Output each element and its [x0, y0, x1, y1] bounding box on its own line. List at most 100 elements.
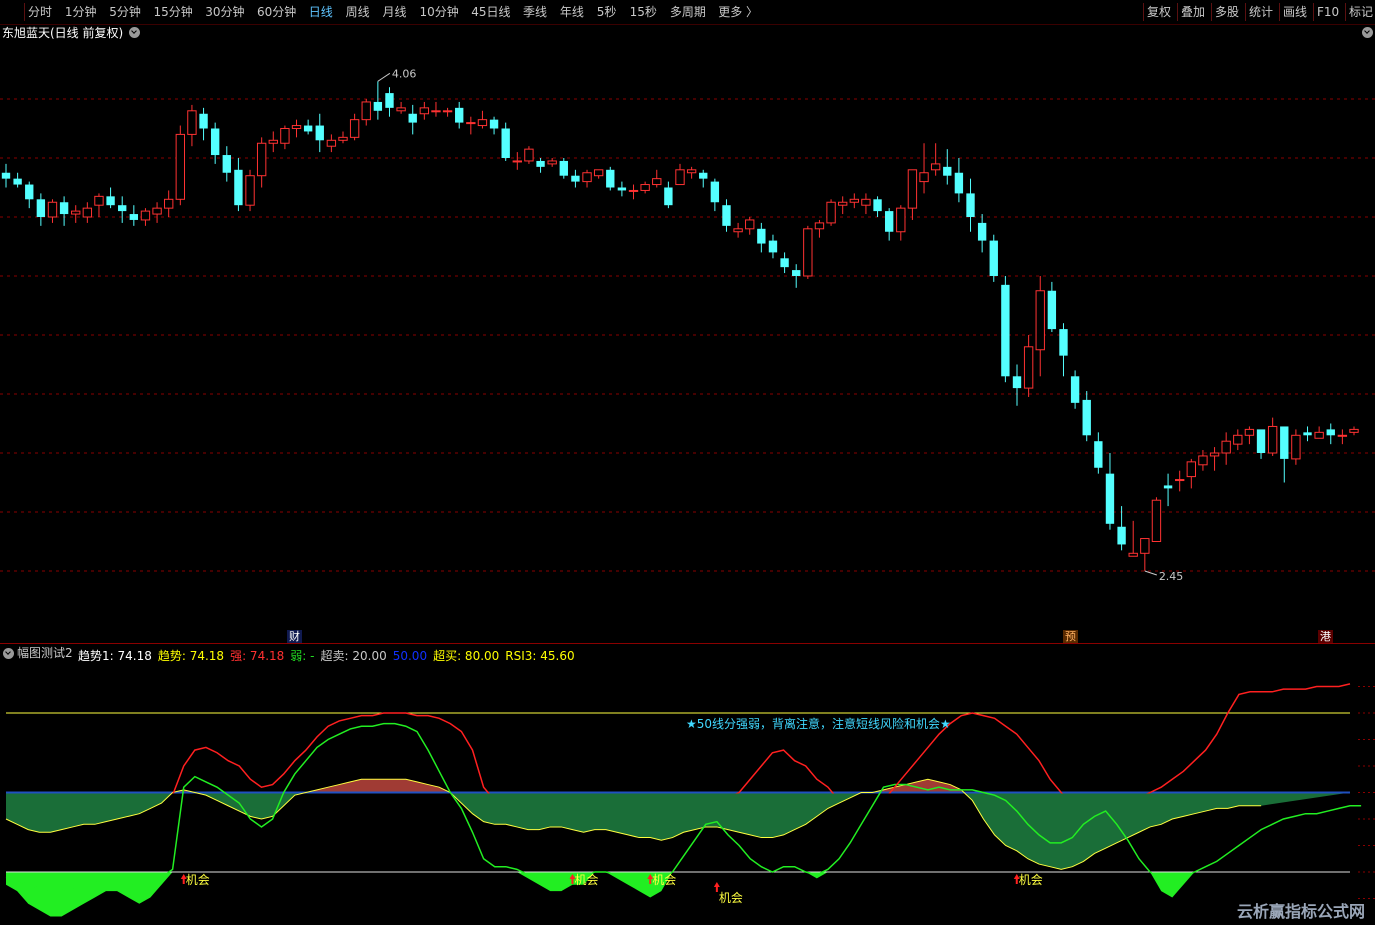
candle-body	[966, 193, 975, 217]
candle-body	[989, 240, 998, 276]
signal-label: 机会	[1019, 873, 1043, 887]
toolbar-button[interactable]: 多股	[1215, 4, 1239, 20]
candle-body	[1140, 538, 1150, 554]
candle-body	[792, 270, 801, 276]
candle-body	[559, 160, 568, 176]
candle-body	[1, 172, 11, 179]
candle-body	[814, 222, 825, 230]
candle-body	[315, 125, 324, 141]
candle-body	[140, 210, 151, 221]
candle-body	[1128, 552, 1138, 557]
period-tab[interactable]: 年线	[560, 4, 584, 20]
period-tab[interactable]: 15分钟	[154, 4, 193, 20]
candlestick-chart[interactable]: 4.06 2.45	[0, 40, 1375, 640]
candle-body	[1117, 526, 1126, 545]
event-marker-hk[interactable]: 港	[1318, 630, 1333, 643]
candle-body	[524, 148, 534, 162]
candle-body	[268, 139, 278, 144]
candle-body	[571, 175, 580, 182]
candle-body	[431, 110, 441, 113]
indicator-chart[interactable]: ★50线分强弱，背离注意，注意短线风险和机会★机会 机会 机会机会机会	[0, 660, 1375, 925]
period-toolbar: 分时 1分钟 5分钟 15分钟 30分钟 60分钟 日线 周线 月线 10分钟 45日线 季线 年线 5秒…	[0, 0, 1375, 25]
period-tab[interactable]: 1分钟	[65, 4, 97, 20]
candle-body	[757, 228, 766, 244]
candle-body	[1280, 426, 1289, 459]
watermark: 云析赢指标公式网	[1236, 902, 1365, 921]
candle-body	[803, 228, 813, 277]
period-tab[interactable]: 15秒	[630, 4, 657, 20]
toolbar-button[interactable]: 画线	[1283, 4, 1307, 20]
signal-label: 机会	[719, 891, 743, 905]
period-tab[interactable]: 5秒	[597, 4, 617, 20]
candle-body	[385, 93, 394, 108]
period-tab[interactable]: 10分钟	[419, 4, 458, 20]
candle-body	[47, 201, 58, 218]
candle-body	[512, 160, 522, 163]
event-marker-finance[interactable]: 财	[287, 630, 302, 643]
candle-body	[94, 195, 104, 206]
candle-body	[36, 199, 46, 217]
toolbar-separator	[1313, 3, 1314, 21]
signal-label: 机会	[574, 873, 598, 887]
candle-body	[1151, 499, 1162, 543]
period-tab[interactable]: 月线	[383, 4, 407, 20]
toolbar-separator	[1279, 3, 1280, 21]
toolbar-button[interactable]: F10	[1317, 4, 1339, 20]
candle-body	[919, 172, 929, 183]
toolbar-button[interactable]: 标记	[1349, 4, 1373, 20]
candle-body	[686, 169, 697, 174]
candle-body	[884, 211, 894, 232]
toolbar-button[interactable]: 复权	[1147, 4, 1171, 20]
chart-options-icon[interactable]	[1362, 27, 1373, 38]
period-tab[interactable]: 5分钟	[109, 4, 141, 20]
period-tab[interactable]: 分时	[28, 4, 52, 20]
candle-body	[303, 125, 313, 132]
candle-body	[675, 169, 685, 186]
period-tab[interactable]: 周线	[346, 4, 370, 20]
candle-body	[1047, 290, 1057, 330]
candle-body	[1059, 329, 1068, 356]
candle-body	[768, 240, 778, 253]
candle-body	[733, 228, 743, 233]
toolbar-separator	[1143, 3, 1144, 21]
candle-body	[977, 222, 987, 241]
candle-body	[1186, 461, 1196, 478]
candle-body	[82, 207, 93, 218]
candle-body	[175, 133, 185, 200]
period-tab[interactable]: 多周期	[670, 4, 706, 20]
period-tab[interactable]: 日线	[309, 4, 333, 20]
candle-body	[361, 101, 371, 121]
period-tab[interactable]: 45日线	[471, 4, 510, 20]
signal-label: 机会	[652, 873, 676, 887]
candle-body	[118, 205, 127, 212]
low-price-label: 2.45	[1159, 570, 1184, 583]
toolbar-separator	[1345, 3, 1346, 21]
toolbar-button[interactable]: 叠加	[1181, 4, 1205, 20]
candle-body	[547, 160, 557, 165]
candle-body	[745, 219, 755, 230]
candle-body	[1082, 399, 1091, 436]
candle-body	[256, 142, 267, 177]
toolbar-button[interactable]: 统计	[1249, 4, 1273, 20]
period-tab[interactable]: 60分钟	[257, 4, 296, 20]
event-marker-forecast[interactable]: 预	[1063, 630, 1078, 643]
period-tab[interactable]: 季线	[523, 4, 547, 20]
candle-body	[129, 214, 139, 220]
candle-body	[1070, 376, 1080, 403]
candle-body	[1035, 290, 1045, 351]
period-tab[interactable]: 更多 〉	[718, 4, 758, 20]
indicator-dropdown-icon[interactable]	[3, 648, 14, 659]
candle-body	[640, 184, 650, 191]
candle-body	[849, 198, 859, 203]
candle-body	[861, 198, 871, 206]
period-tab[interactable]: 30分钟	[205, 4, 244, 20]
candle-body	[1337, 434, 1348, 437]
high-price-label: 4.06	[392, 67, 417, 80]
candle-body	[71, 210, 81, 215]
candle-body	[199, 113, 208, 129]
candle-body	[536, 160, 545, 167]
candle-body	[373, 101, 383, 111]
candle-body	[419, 107, 430, 115]
candle-body	[326, 139, 337, 147]
title-dropdown-icon[interactable]	[129, 27, 140, 38]
